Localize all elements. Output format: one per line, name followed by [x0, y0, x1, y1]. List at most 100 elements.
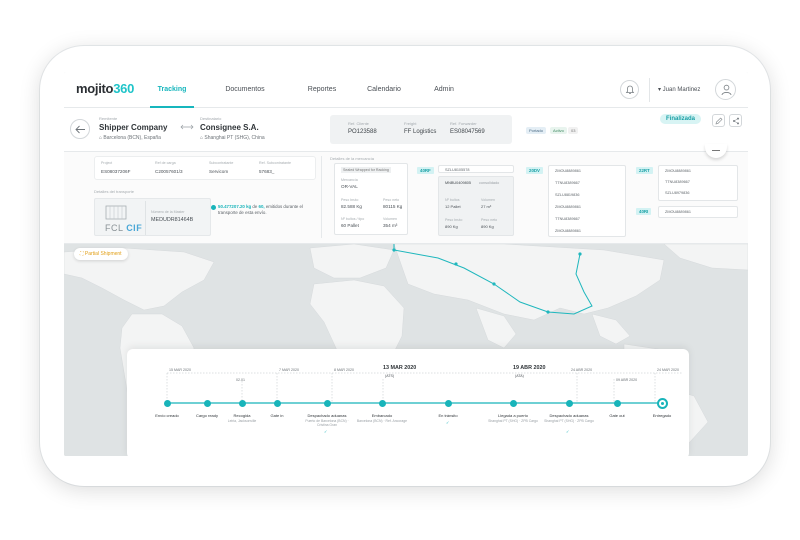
- list-item[interactable]: TTNU8389667: [555, 181, 580, 185]
- timeline-step[interactable]: [274, 400, 281, 407]
- timeline-step[interactable]: [566, 400, 573, 407]
- container-list: ZMOU8889861 TTNU8389667 SZLU8979836: [658, 165, 738, 201]
- commodity-label: Mercancía: [341, 178, 358, 182]
- back-button[interactable]: [70, 119, 90, 139]
- arrival-date: 19 ABR 2020: [513, 365, 546, 371]
- timeline-step[interactable]: [614, 400, 621, 407]
- bultos-label: Nº bultos / tipo: [341, 217, 365, 221]
- app-screen: mojito360 Tracking Documentos Reportes C…: [64, 72, 748, 456]
- shipment-header: Remitente Shipper Company ⌂ Barcelona (B…: [64, 108, 748, 152]
- container-list: ZMOU8889861: [658, 206, 738, 218]
- date-label: 24 MAR 2020: [657, 368, 679, 372]
- timeline-step[interactable]: [379, 400, 386, 407]
- stage-label: Entregado: [652, 413, 672, 418]
- ref-forwarder-label: Ref. Forwarder: [450, 121, 477, 126]
- share-button[interactable]: [729, 114, 742, 127]
- references-box: Ref. Cliente PO123588 Freight FF Logisti…: [330, 115, 512, 144]
- stage-sub: Leiria, Jacksonville: [227, 419, 257, 423]
- top-nav: mojito360 Tracking Documentos Reportes C…: [64, 72, 748, 108]
- container-id-secondary: MNBU0409805: [445, 181, 471, 185]
- avatar[interactable]: [715, 79, 736, 100]
- logo: mojito360: [76, 81, 134, 96]
- tab-reportes[interactable]: Reportes: [300, 72, 344, 108]
- list-item[interactable]: ZMOU8889861: [665, 210, 691, 214]
- net-value: 80115 Kg: [383, 204, 403, 209]
- timeline-step[interactable]: [445, 400, 452, 407]
- project-label: Project: [101, 161, 113, 165]
- swap-arrows-icon: [180, 124, 194, 130]
- project-value: ES08037206F: [101, 169, 131, 174]
- list-item[interactable]: ZMOU8889861: [665, 169, 691, 173]
- timeline-step[interactable]: [324, 400, 331, 407]
- tab-documentos[interactable]: Documentos: [220, 72, 270, 108]
- chip-count: 03: [568, 127, 579, 134]
- user-menu[interactable]: ▾ Juan Martinez: [658, 86, 700, 93]
- departure-date: 13 MAR 2020: [383, 365, 417, 371]
- volume-label: Volumen: [383, 217, 397, 221]
- list-item[interactable]: SZLU8979836: [665, 191, 690, 195]
- timeline-step[interactable]: [164, 400, 171, 407]
- subcontractor-value: Servicom: [209, 169, 229, 174]
- notifications-button[interactable]: [620, 80, 639, 99]
- tab-admin[interactable]: Admin: [426, 72, 462, 108]
- timeline-step[interactable]: [239, 400, 246, 407]
- n-value: 890 Kg: [481, 224, 494, 229]
- date-label: 24 ABR 2020: [571, 368, 593, 372]
- list-item[interactable]: TTNU8389667: [555, 217, 580, 221]
- list-item[interactable]: SZLU8819836: [555, 193, 580, 197]
- fcl-incoterm: FCL CIF: [105, 223, 143, 233]
- commodity-value: OR-VAL: [341, 184, 358, 189]
- chip-portado: Portado: [526, 127, 547, 134]
- check-icon: ✓: [446, 420, 450, 425]
- ats-tag: (ATS): [385, 374, 395, 378]
- timeline-step-final[interactable]: [657, 398, 668, 409]
- list-item[interactable]: ZMOU8889861: [555, 169, 581, 173]
- cargo-section-label: Detalles de la mercancía: [330, 156, 375, 161]
- stage-label: En tránsito: [438, 413, 458, 418]
- stage-label: Despachado aduanas: [307, 413, 347, 418]
- date-label: 15 MAR 2020: [169, 368, 191, 372]
- partial-shipment-chip[interactable]: ⛶ Partial Shipment: [74, 248, 128, 260]
- container-icon: [105, 205, 127, 220]
- volume-value: 354 m³: [383, 223, 398, 228]
- check-icon: ✓: [324, 429, 328, 434]
- date-label: 02.01: [236, 378, 245, 382]
- timeline-step[interactable]: [510, 400, 517, 407]
- w-label: Peso bruto: [445, 218, 463, 222]
- shipper-location: ⌂ Barcelona (BCN), España: [99, 135, 161, 141]
- tab-calendario[interactable]: Calendario: [360, 72, 408, 108]
- container-type-badge: 40RF: [417, 167, 434, 174]
- stage-sub: Barcelona (BCN) · Ref. Ancorage: [356, 419, 408, 423]
- list-item[interactable]: ZMOU8889861: [555, 205, 581, 209]
- ref-forwarder-value: ES08047569: [450, 129, 485, 135]
- shipment-details: Project ES08037206F Ref de carga C200576…: [64, 152, 748, 244]
- consignee-name: Consignee S.A.: [200, 123, 259, 132]
- ref-client-label: Ref. Cliente: [348, 121, 369, 126]
- stage-sub: Puerto de Barcelona (BCN) · Cristina Gra…: [305, 419, 349, 428]
- transport-section-label: Detalles del transporte: [94, 189, 135, 194]
- user-icon: [721, 84, 732, 96]
- share-icon: [733, 117, 739, 125]
- container-row[interactable]: SZLU8105578: [438, 165, 514, 173]
- stage-sub: Shanghai PT (SHG) · ZPB Cargo: [488, 419, 538, 423]
- freight-value: FF Logistics: [404, 129, 437, 135]
- tab-tracking[interactable]: Tracking: [150, 72, 194, 108]
- timeline-step[interactable]: [204, 400, 211, 407]
- list-item[interactable]: TTNU8389667: [665, 180, 690, 184]
- bultos-value: 60 Pallet: [341, 223, 359, 228]
- ref-subcontractor-label: Ref. Subcontratante: [259, 161, 291, 165]
- w-value: 890 Kg: [445, 224, 458, 229]
- fcl-card: FCL CIF Número de la Master MEDUDR81464B: [94, 198, 211, 236]
- stage-sub: Shanghai PT (SHG) · ZPB Cargo: [544, 419, 594, 423]
- identifiers-box: Project ES08037206F Ref de carga C200576…: [94, 156, 316, 180]
- consignee-location: ⌂ Shanghai PT (SHG), China: [200, 135, 265, 141]
- cargo-card: Sealed Wrapped for Racking Mercancía OR-…: [334, 163, 408, 235]
- list-item[interactable]: ZMOU8889861: [555, 229, 581, 233]
- container-detail-card: MNBU0409805 consolidado Nº bultos 12 Pal…: [438, 176, 514, 236]
- date-label: 8 MAR 2020: [334, 368, 354, 372]
- container-type-badge: 40RI: [636, 208, 652, 215]
- cargo-tag: Sealed Wrapped for Racking: [341, 167, 391, 173]
- freight-label: Freight: [404, 121, 417, 126]
- status-badge: Finalizada: [660, 114, 702, 124]
- edit-button[interactable]: [712, 114, 725, 127]
